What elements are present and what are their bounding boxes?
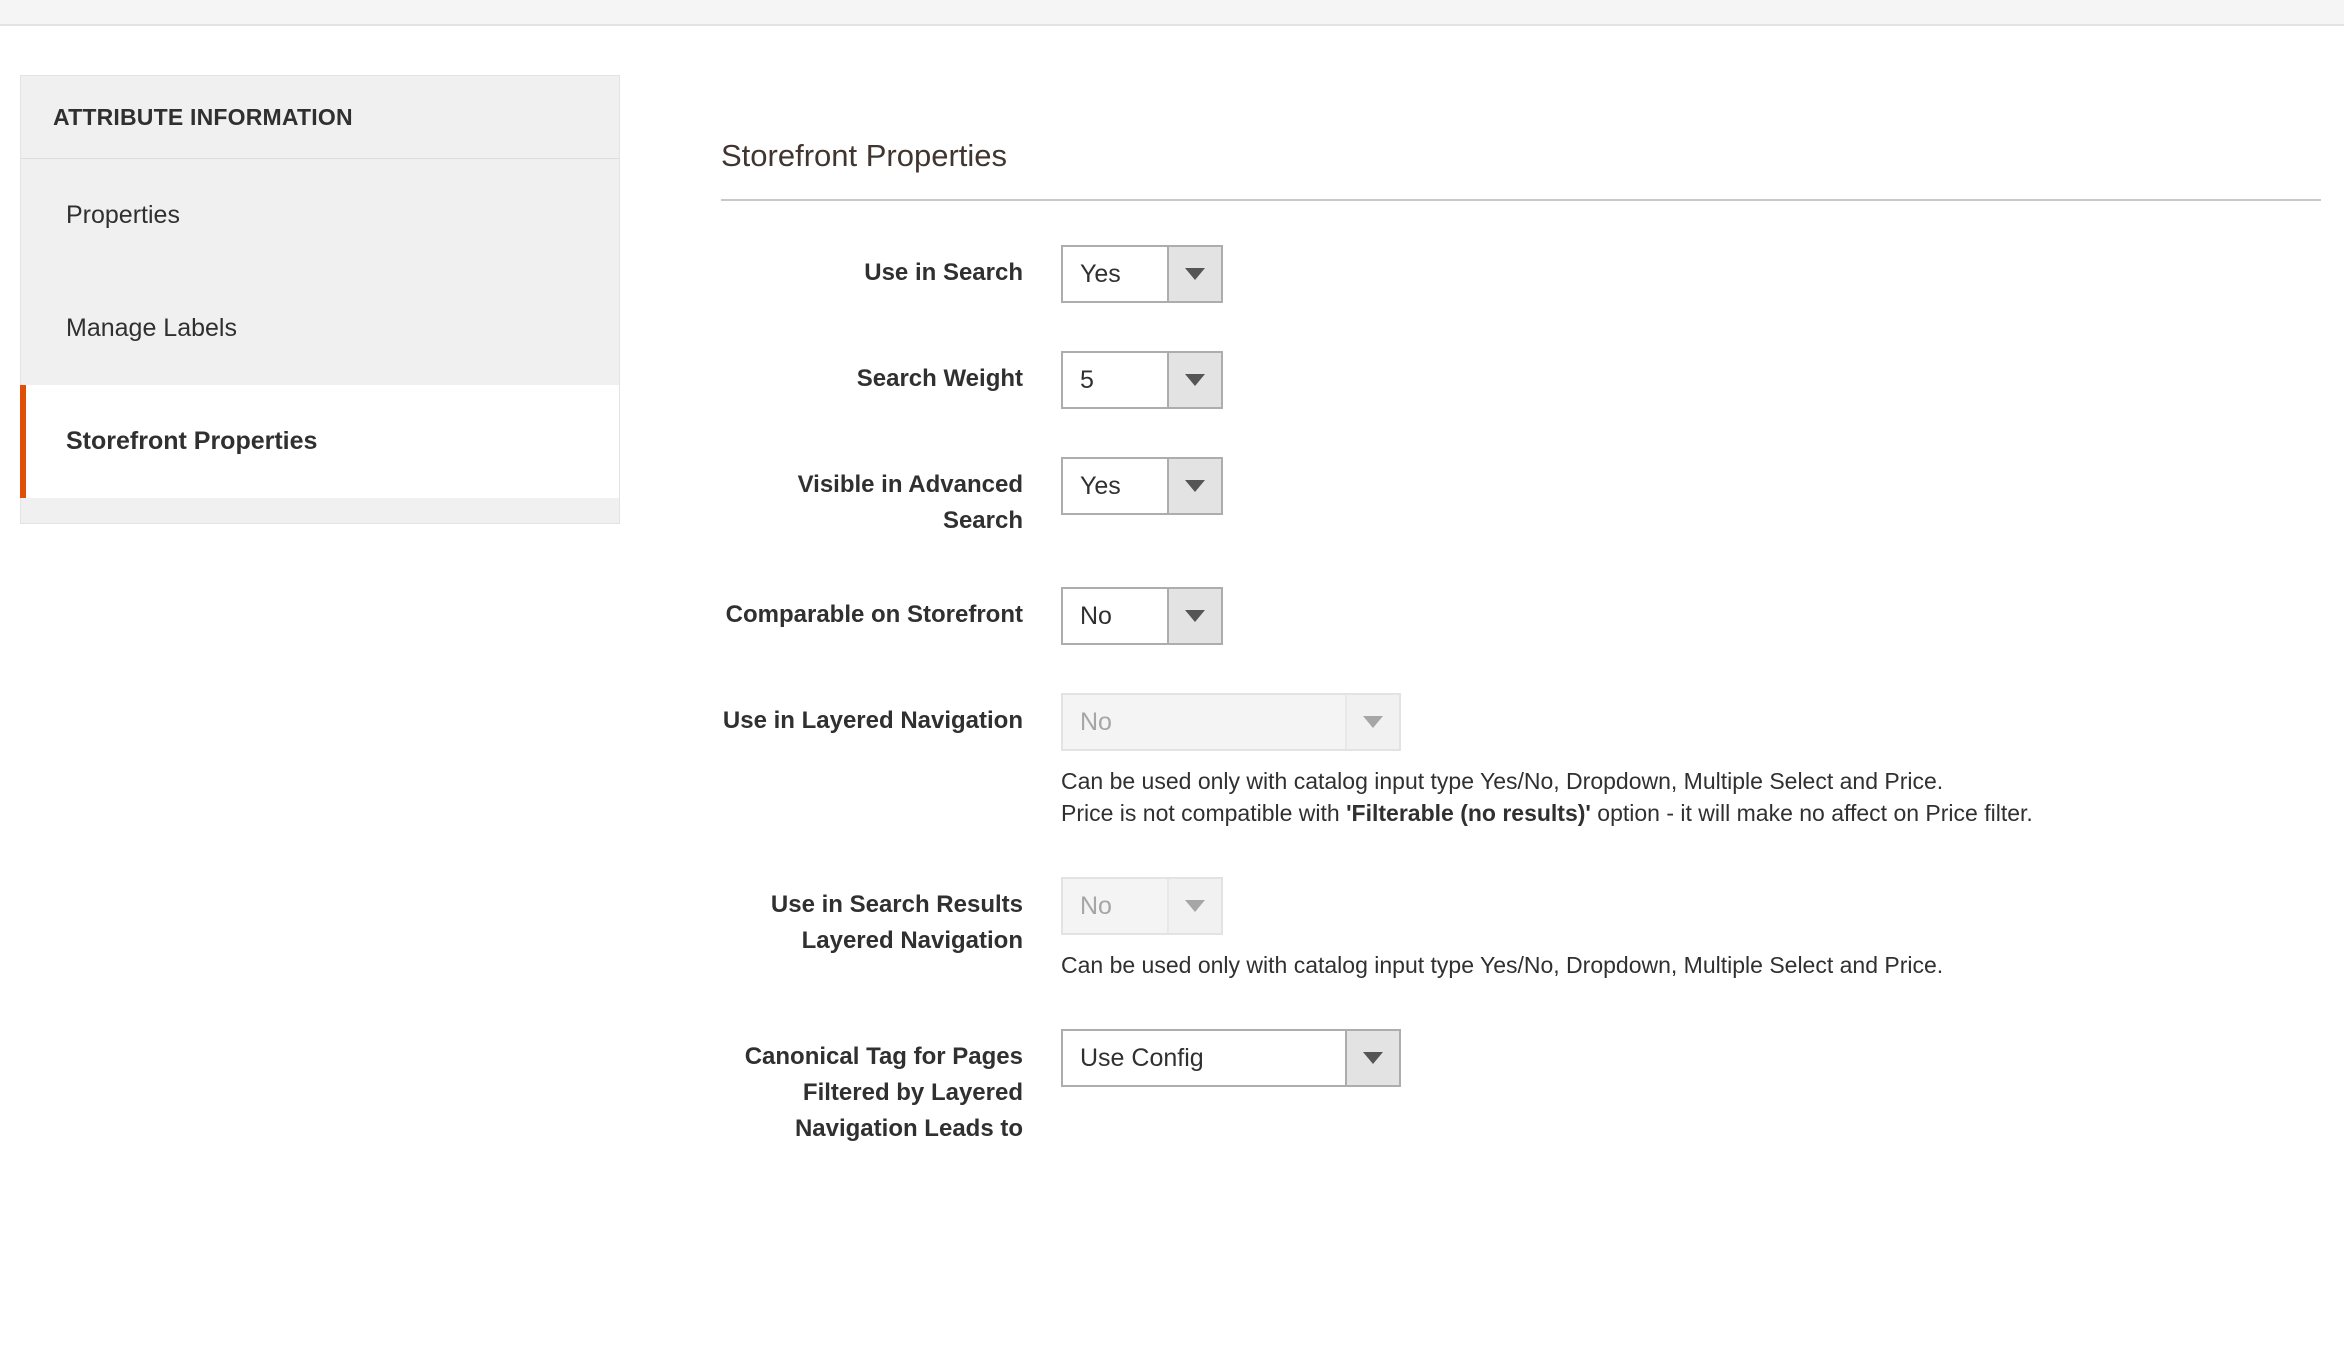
page-title: Storefront Properties [721,138,2321,199]
note-line: Can be used only with catalog input type… [1061,765,2321,797]
field-label-use-in-search: Use in Search [721,245,1061,291]
use-in-search-results-layered-navigation-select-value: No [1063,879,1167,933]
use-in-search-results-layered-navigation-note: Can be used only with catalog input type… [1061,949,2321,981]
field-control-comparable-on-storefront: No [1061,587,2321,645]
sidebar-item-label: Properties [66,201,180,230]
field-control-search-weight: 5 [1061,351,2321,409]
note-text-after: option - it will make no affect on Price… [1591,800,2033,826]
field-canonical-tag: Canonical Tag for Pages Filtered by Laye… [721,1029,2321,1147]
sidebar-header-title: ATTRIBUTE INFORMATION [53,104,353,131]
comparable-on-storefront-select-value: No [1063,589,1167,643]
sidebar-item-storefront-properties[interactable]: Storefront Properties [20,385,619,498]
canonical-tag-select-value: Use Config [1063,1031,1345,1085]
sidebar-item-properties[interactable]: Properties [20,159,619,272]
field-label-canonical-tag: Canonical Tag for Pages Filtered by Laye… [721,1029,1061,1147]
search-weight-select-value: 5 [1063,353,1167,407]
field-control-visible-in-advanced-search: Yes [1061,457,2321,515]
field-search-weight: Search Weight 5 [721,351,2321,409]
note-line: Can be used only with catalog input type… [1061,949,2321,981]
visible-in-advanced-search-select[interactable]: Yes [1061,457,1223,515]
field-control-use-in-search: Yes [1061,245,2321,303]
note-text-before: Price is not compatible with [1061,800,1346,826]
field-label-use-in-layered-navigation: Use in Layered Navigation [721,693,1061,739]
top-toolbar-strip [0,0,2344,26]
field-label-use-in-search-results-layered-navigation: Use in Search Results Layered Navigation [721,877,1061,959]
use-in-search-select-value: Yes [1063,247,1167,301]
chevron-down-icon [1345,695,1399,749]
field-use-in-search-results-layered-navigation: Use in Search Results Layered Navigation… [721,877,2321,981]
chevron-down-icon[interactable] [1167,459,1221,513]
chevron-down-icon[interactable] [1167,247,1221,301]
chevron-down-icon[interactable] [1167,353,1221,407]
use-in-layered-navigation-select: No [1061,693,1401,751]
page-body: ATTRIBUTE INFORMATION Properties Manage … [0,28,2344,1372]
field-control-use-in-layered-navigation: No Can be used only with catalog input t… [1061,693,2321,829]
attribute-information-sidebar: ATTRIBUTE INFORMATION Properties Manage … [20,75,620,524]
note-emphasis: 'Filterable (no results)' [1346,800,1591,826]
title-divider [721,199,2321,201]
sidebar-item-list: Properties Manage Labels Storefront Prop… [20,159,620,498]
chevron-down-icon[interactable] [1167,589,1221,643]
use-in-search-results-layered-navigation-select: No [1061,877,1223,935]
comparable-on-storefront-select[interactable]: No [1061,587,1223,645]
visible-in-advanced-search-select-value: Yes [1063,459,1167,513]
field-comparable-on-storefront: Comparable on Storefront No [721,587,2321,645]
sidebar-item-label: Storefront Properties [66,427,317,456]
field-use-in-layered-navigation: Use in Layered Navigation No Can be used… [721,693,2321,829]
storefront-properties-panel: Storefront Properties Use in Search Yes … [721,138,2321,1195]
search-weight-select[interactable]: 5 [1061,351,1223,409]
sidebar-item-manage-labels[interactable]: Manage Labels [20,272,619,385]
sidebar-footer [20,498,620,524]
chevron-down-icon [1167,879,1221,933]
sidebar-header: ATTRIBUTE INFORMATION [20,75,620,159]
use-in-layered-navigation-note: Can be used only with catalog input type… [1061,765,2321,829]
use-in-layered-navigation-select-value: No [1063,695,1345,749]
field-control-canonical-tag: Use Config [1061,1029,2321,1087]
note-line-rich: Price is not compatible with 'Filterable… [1061,797,2321,829]
field-label-visible-in-advanced-search: Visible in Advanced Search [721,457,1061,539]
canonical-tag-select[interactable]: Use Config [1061,1029,1401,1087]
field-control-use-in-search-results-layered-navigation: No Can be used only with catalog input t… [1061,877,2321,981]
field-label-comparable-on-storefront: Comparable on Storefront [721,587,1061,633]
chevron-down-icon[interactable] [1345,1031,1399,1085]
sidebar-item-label: Manage Labels [66,314,237,343]
field-label-search-weight: Search Weight [721,351,1061,397]
field-use-in-search: Use in Search Yes [721,245,2321,303]
use-in-search-select[interactable]: Yes [1061,245,1223,303]
field-visible-in-advanced-search: Visible in Advanced Search Yes [721,457,2321,539]
